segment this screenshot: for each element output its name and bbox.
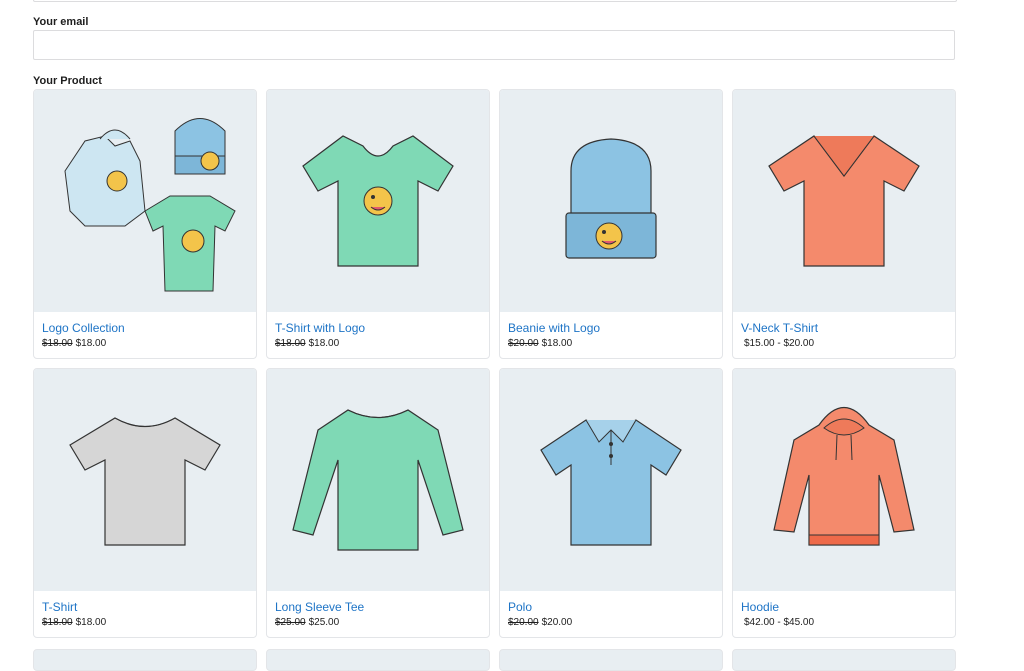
product-card-tshirt-with-logo[interactable]: T-Shirt with Logo $18.00 $18.00: [266, 89, 490, 359]
product-card-partial[interactable]: [266, 649, 490, 671]
product-card-partial[interactable]: [33, 649, 257, 671]
product-price: $20.00 $20.00: [508, 616, 714, 630]
product-price: $18.00 $18.00: [275, 337, 481, 351]
beanie-with-logo-image: [500, 90, 722, 312]
logo-collection-icon: [64, 118, 236, 292]
old-price: $20.00: [508, 617, 539, 628]
polo-image: [500, 369, 722, 591]
hoodie-image: [733, 369, 955, 591]
tshirt-with-logo-image: [267, 90, 489, 312]
hoodie-icon: [773, 407, 915, 546]
old-price: $25.00: [275, 617, 306, 628]
old-price: $18.00: [275, 338, 306, 349]
logo-collection-image: [34, 90, 256, 312]
current-price: $18.00: [541, 338, 573, 349]
product-title[interactable]: V-Neck T-Shirt: [741, 321, 947, 336]
tshirt-image: [34, 369, 256, 591]
product-card-logo-collection[interactable]: Logo Collection $18.00 $18.00: [33, 89, 257, 359]
old-price: $18.00: [42, 338, 73, 349]
long-sleeve-tee-image: [267, 369, 489, 591]
product-title[interactable]: Polo: [508, 600, 714, 615]
email-input[interactable]: [33, 30, 955, 60]
previous-input-field[interactable]: [33, 0, 957, 2]
product-card-tshirt[interactable]: T-Shirt $18.00 $18.00: [33, 368, 257, 638]
tshirt-logo-icon: [302, 135, 454, 267]
product-price: $15.00 - $20.00: [741, 337, 947, 351]
product-card-polo[interactable]: Polo $20.00 $20.00: [499, 368, 723, 638]
vneck-icon: [768, 135, 920, 267]
product-card-beanie-with-logo[interactable]: Beanie with Logo $20.00 $18.00: [499, 89, 723, 359]
current-price: $18.00: [75, 338, 107, 349]
product-card-long-sleeve-tee[interactable]: Long Sleeve Tee $25.00 $25.00: [266, 368, 490, 638]
long-sleeve-icon: [292, 409, 464, 551]
product-title[interactable]: T-Shirt with Logo: [275, 321, 481, 336]
product-price: $42.00 - $45.00: [741, 616, 947, 630]
product-title[interactable]: Hoodie: [741, 600, 947, 615]
product-card-hoodie[interactable]: Hoodie $42.00 - $45.00: [732, 368, 956, 638]
vneck-tshirt-image: [733, 90, 955, 312]
next-product-row: [33, 649, 956, 671]
product-label: Your Product: [33, 75, 102, 87]
current-price: $25.00: [308, 617, 340, 628]
tshirt-icon: [69, 417, 221, 546]
email-label: Your email: [33, 16, 89, 28]
polo-icon: [540, 419, 682, 546]
current-price: $18.00: [75, 617, 107, 628]
product-card-vneck-tshirt[interactable]: V-Neck T-Shirt $15.00 - $20.00: [732, 89, 956, 359]
current-price: $20.00: [541, 617, 573, 628]
beanie-icon: [565, 138, 657, 259]
product-grid: Logo Collection $18.00 $18.00 T-Shirt wit…: [33, 89, 956, 638]
product-title[interactable]: Logo Collection: [42, 321, 248, 336]
old-price: $20.00: [508, 338, 539, 349]
product-price: $18.00 $18.00: [42, 616, 248, 630]
product-card-partial[interactable]: [499, 649, 723, 671]
product-price: $25.00 $25.00: [275, 616, 481, 630]
product-title[interactable]: T-Shirt: [42, 600, 248, 615]
product-price: $20.00 $18.00: [508, 337, 714, 351]
current-price: $42.00 - $45.00: [744, 617, 815, 628]
product-card-partial[interactable]: [732, 649, 956, 671]
product-price: $18.00 $18.00: [42, 337, 248, 351]
current-price: $18.00: [308, 338, 340, 349]
old-price: $18.00: [42, 617, 73, 628]
current-price: $15.00 - $20.00: [744, 338, 815, 349]
product-title[interactable]: Beanie with Logo: [508, 321, 714, 336]
product-title[interactable]: Long Sleeve Tee: [275, 600, 481, 615]
